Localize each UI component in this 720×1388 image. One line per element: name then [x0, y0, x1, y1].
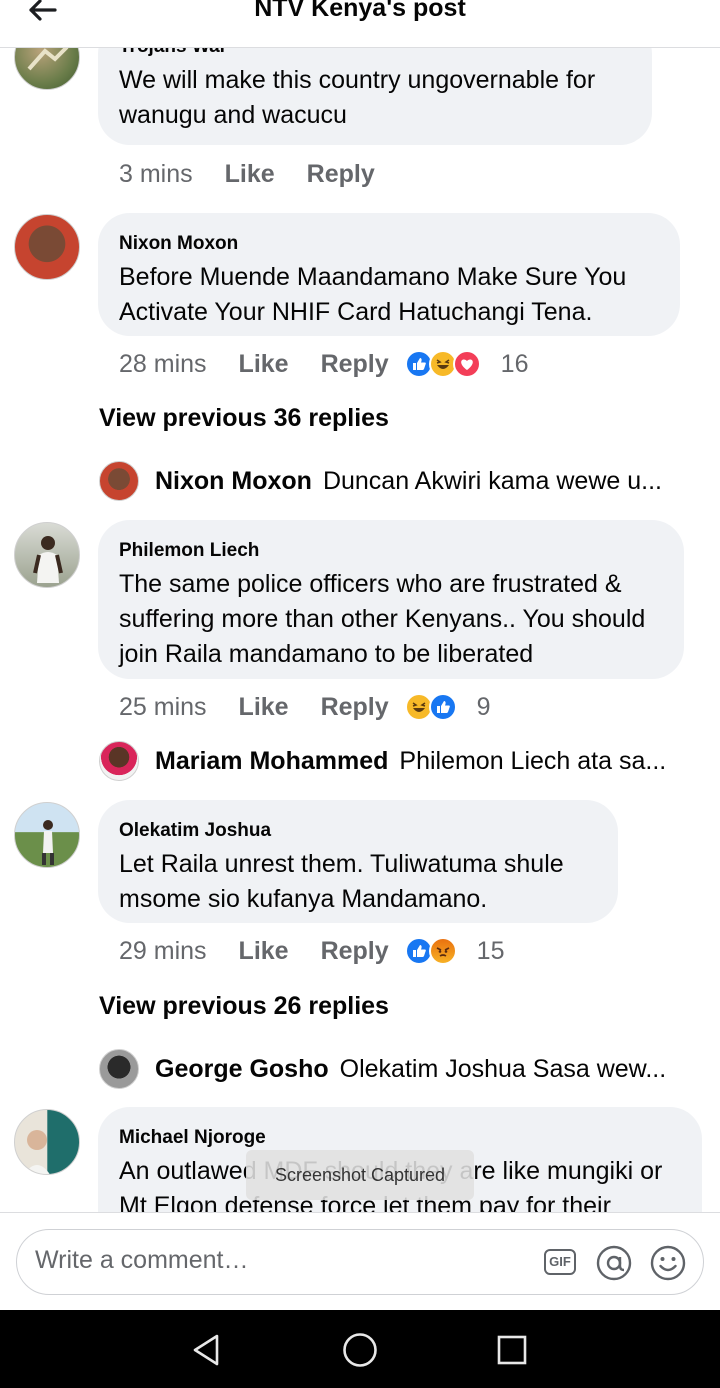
comment-composer: GIF [0, 1212, 720, 1310]
reaction-count[interactable]: 16 [501, 350, 529, 379]
nav-recents-button[interactable] [490, 1328, 534, 1372]
comment-time[interactable]: 28 mins [119, 350, 207, 379]
nav-home-button[interactable] [338, 1328, 382, 1372]
reply-text: Olekatim Joshua Sasa wew... [339, 1054, 667, 1083]
emoji-button[interactable] [649, 1244, 687, 1282]
comment-author[interactable]: Nixon Moxon [119, 233, 658, 255]
view-previous-replies-link[interactable]: View previous 36 replies [99, 404, 389, 433]
comment-time[interactable]: 3 mins [119, 160, 193, 189]
page-title: NTV Kenya's post [254, 0, 466, 22]
square-recents-icon [497, 1335, 527, 1365]
comments-feed[interactable]: Trojans War We will make this country un… [0, 48, 720, 1212]
comment-input[interactable] [35, 1246, 515, 1275]
avatar[interactable] [14, 522, 80, 588]
comment-author[interactable]: Michael Njoroge [119, 1127, 680, 1149]
reactions-summary[interactable] [404, 350, 481, 378]
circle-home-icon [343, 1333, 377, 1367]
comment-bubble[interactable]: Nixon Moxon Before Muende Maandamano Mak… [98, 213, 680, 336]
reaction-count[interactable]: 15 [477, 937, 505, 966]
avatar[interactable] [99, 461, 139, 501]
at-sign-icon [596, 1245, 632, 1281]
reply-author[interactable]: George Gosho [155, 1055, 329, 1084]
reply-preview[interactable]: Nixon Moxon Duncan Akwiri kama wewe u... [99, 460, 662, 502]
comment-time[interactable]: 25 mins [119, 693, 207, 722]
system-nav-bar [0, 1310, 720, 1388]
avatar[interactable] [14, 214, 80, 280]
avatar[interactable] [14, 1109, 80, 1175]
avatar[interactable] [14, 48, 80, 90]
comment-author[interactable]: Philemon Liech [119, 540, 662, 562]
avatar[interactable] [14, 802, 80, 868]
reactions-summary[interactable] [404, 937, 457, 965]
reply-text: Philemon Liech ata sa... [399, 746, 667, 775]
like-button[interactable]: Like [239, 937, 289, 966]
nav-back-button[interactable] [184, 1328, 228, 1372]
comment-meta: 29 mins Like Reply 15 [119, 934, 504, 968]
reply-preview[interactable]: Mariam Mohammed Philemon Liech ata sa... [99, 740, 666, 782]
like-button[interactable]: Like [225, 160, 275, 189]
reply-button[interactable]: Reply [321, 693, 389, 722]
love-reaction-icon [452, 350, 481, 378]
screenshot-toast: Screenshot Captured [246, 1150, 474, 1200]
reply-author[interactable]: Mariam Mohammed [155, 747, 388, 776]
angry-reaction-icon [428, 937, 457, 965]
comment-meta: 28 mins Like Reply 16 [119, 347, 528, 381]
comment-bubble[interactable]: Trojans War We will make this country un… [98, 48, 652, 145]
avatar[interactable] [99, 1049, 139, 1089]
smiley-icon [650, 1245, 686, 1281]
like-button[interactable]: Like [239, 693, 289, 722]
comment-text: We will make this country ungovernable f… [119, 66, 596, 129]
avatar[interactable] [99, 741, 139, 781]
comment-time[interactable]: 29 mins [119, 937, 207, 966]
reactions-summary[interactable] [404, 693, 457, 721]
comment-meta: 25 mins Like Reply 9 [119, 690, 491, 724]
comment-author[interactable]: Trojans War [119, 48, 630, 58]
gif-button[interactable]: GIF [543, 1245, 577, 1279]
reply-preview[interactable]: George Gosho Olekatim Joshua Sasa wew... [99, 1048, 666, 1090]
mention-button[interactable] [595, 1244, 633, 1282]
post-header: NTV Kenya's post [0, 0, 720, 48]
comment-author[interactable]: Olekatim Joshua [119, 820, 596, 842]
comment-text: Before Muende Maandamano Make Sure You A… [119, 263, 627, 326]
reply-button[interactable]: Reply [307, 160, 375, 189]
comment-box[interactable]: GIF [16, 1229, 704, 1295]
triangle-back-icon [193, 1334, 219, 1366]
reply-author[interactable]: Nixon Moxon [155, 467, 312, 496]
reply-button[interactable]: Reply [321, 937, 389, 966]
comment-text: Let Raila unrest them. Tuliwatuma shule … [119, 850, 564, 913]
reaction-count[interactable]: 9 [477, 693, 491, 722]
gif-icon: GIF [544, 1249, 576, 1275]
comment-bubble[interactable]: Olekatim Joshua Let Raila unrest them. T… [98, 800, 618, 923]
comment-bubble[interactable]: Philemon Liech The same police officers … [98, 520, 684, 679]
like-reaction-icon [428, 693, 457, 721]
reply-text: Duncan Akwiri kama wewe u... [322, 466, 662, 495]
like-button[interactable]: Like [239, 350, 289, 379]
comment-meta: 3 mins Like Reply [119, 157, 407, 191]
reply-button[interactable]: Reply [321, 350, 389, 379]
view-previous-replies-link[interactable]: View previous 26 replies [99, 992, 389, 1021]
comment-text: The same police officers who are frustra… [119, 570, 646, 668]
